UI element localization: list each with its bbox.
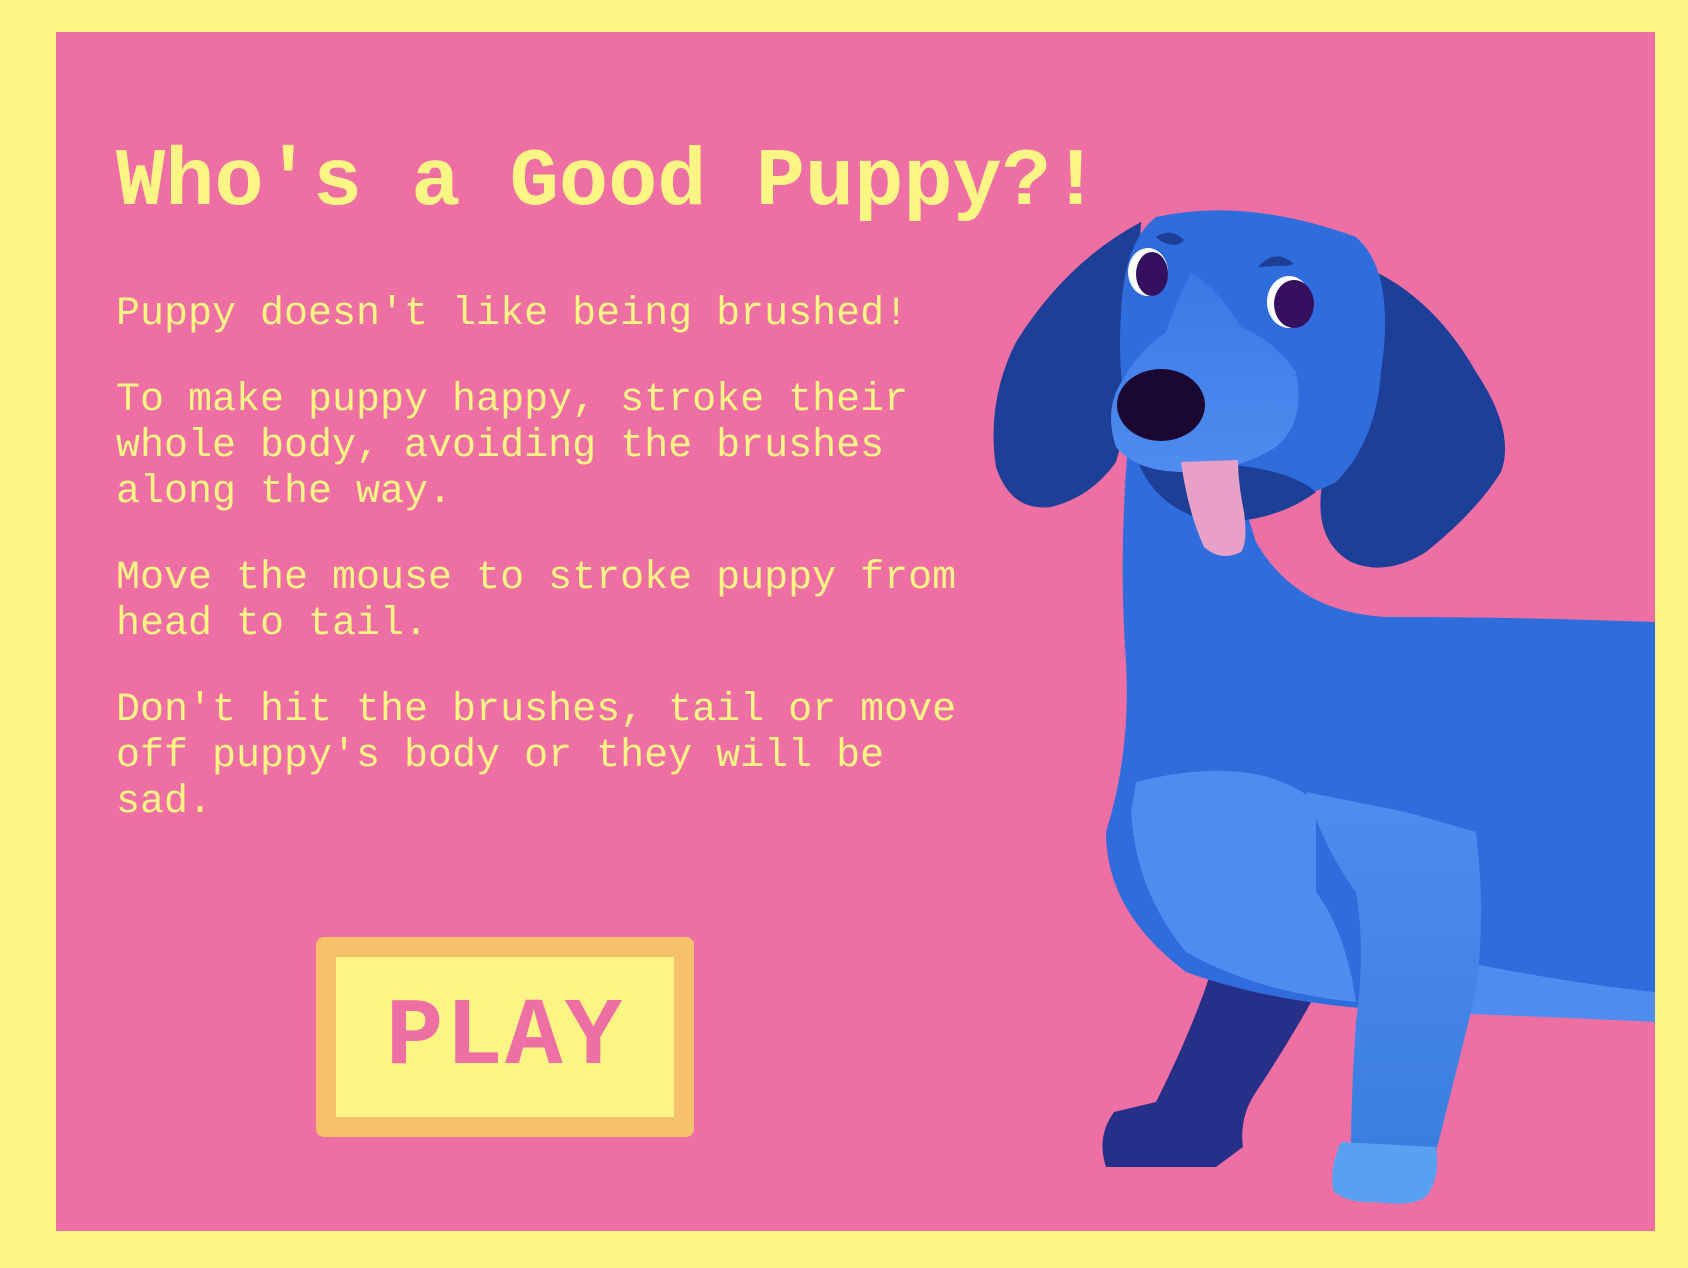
play-label: PLAY [385,982,625,1092]
instructions: Puppy doesn't like being brushed! To mak… [116,292,996,866]
puppy-left-ear [993,222,1141,508]
puppy-left-eye [1136,252,1168,296]
game-title: Who's a Good Puppy?! [116,136,1101,229]
instruction-line: To make puppy happy, stroke their whole … [116,378,909,515]
game-screen: Who's a Good Puppy?! Puppy doesn't like … [56,32,1655,1231]
instruction-line: Don't hit the brushes, tail or move off … [116,688,957,825]
instruction-line: Puppy doesn't like being brushed! [116,292,909,337]
play-button[interactable]: PLAY [316,937,694,1137]
puppy-right-eye [1274,280,1314,328]
puppy-paw [1332,1142,1438,1204]
instruction-line: Move the mouse to stroke puppy from head… [116,556,957,647]
puppy-illustration[interactable] [956,192,1655,1231]
puppy-nose [1117,369,1205,441]
